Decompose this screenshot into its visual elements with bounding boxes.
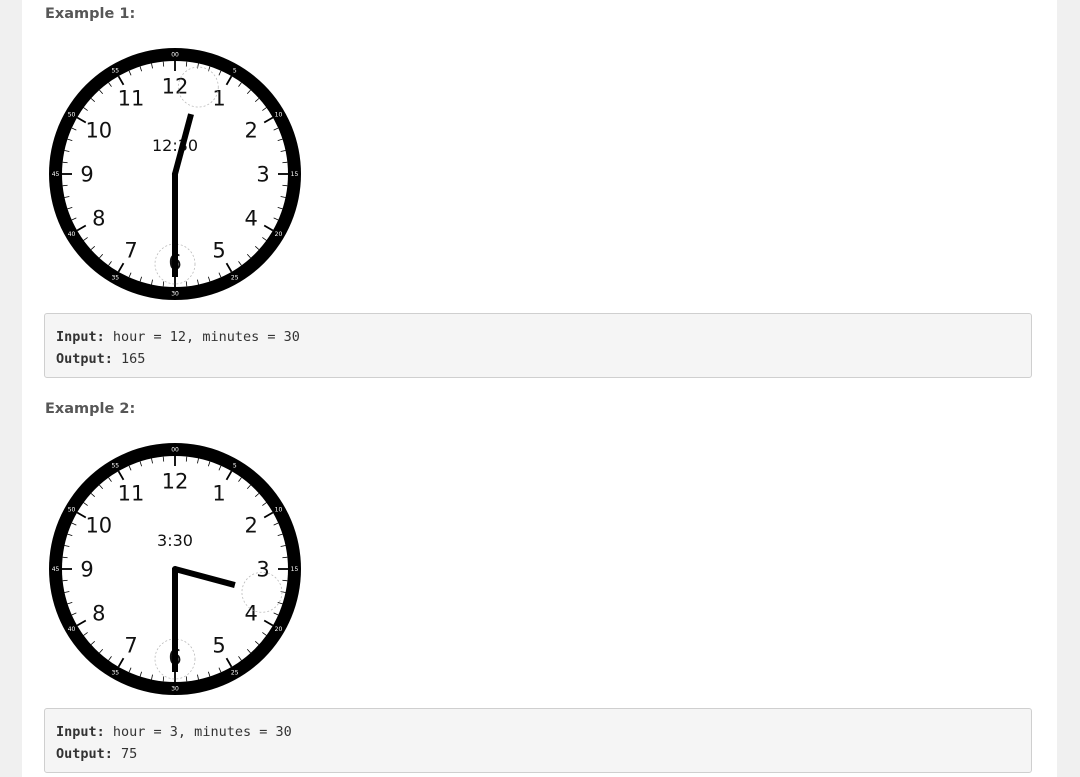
minute-label: 10 xyxy=(275,111,283,118)
minute-label: 35 xyxy=(111,670,119,677)
minute-label: 40 xyxy=(68,231,76,238)
input-label: Input: xyxy=(56,724,105,740)
tick-mark xyxy=(162,61,165,67)
hour-number: 12 xyxy=(162,470,189,494)
minute-label: 55 xyxy=(111,68,119,75)
clock-diagram-2: 005101520253035404550551212345678910113:… xyxy=(49,443,301,695)
tick-mark xyxy=(62,161,68,164)
tick-mark xyxy=(185,61,188,67)
hour-number: 7 xyxy=(124,634,137,658)
tick-mark xyxy=(282,184,288,187)
minute-label: 15 xyxy=(291,566,299,573)
hour-number: 5 xyxy=(212,239,225,263)
tick-mark xyxy=(185,456,188,462)
minute-label: 35 xyxy=(111,275,119,282)
minute-label: 30 xyxy=(171,291,179,298)
hour-number: 5 xyxy=(212,634,225,658)
output-label: Output: xyxy=(56,746,113,762)
hour-number: 7 xyxy=(124,239,137,263)
tick-mark xyxy=(282,556,288,559)
tick-mark xyxy=(185,281,188,287)
minute-label: 30 xyxy=(171,686,179,693)
hour-number: 4 xyxy=(245,207,258,231)
tick-mark xyxy=(62,579,68,582)
hour-number: 8 xyxy=(92,207,105,231)
input-value: hour = 12, minutes = 30 xyxy=(104,329,300,345)
input-value: hour = 3, minutes = 30 xyxy=(104,724,292,740)
minute-label: 15 xyxy=(291,171,299,178)
minute-label: 40 xyxy=(68,626,76,633)
hour-number: 10 xyxy=(85,119,112,143)
input-line: Input: hour = 12, minutes = 30 xyxy=(56,326,1031,348)
minute-label: 50 xyxy=(68,111,76,118)
tick-mark xyxy=(162,456,165,462)
tick-mark xyxy=(162,281,165,287)
input-line: Input: hour = 3, minutes = 30 xyxy=(56,721,1031,743)
minute-label: 55 xyxy=(111,463,119,470)
example-2-heading: Example 2: xyxy=(45,401,136,417)
minute-label: 5 xyxy=(233,68,237,75)
minute-label: 10 xyxy=(275,506,283,513)
minute-label: 20 xyxy=(275,231,283,238)
time-label: 3:30 xyxy=(157,531,193,550)
minute-label: 20 xyxy=(275,626,283,633)
time-label: 12:30 xyxy=(152,136,198,155)
minute-label: 25 xyxy=(231,670,239,677)
output-line: Output: 75 xyxy=(56,743,1031,765)
tick-mark xyxy=(282,161,288,164)
hour-number: 1 xyxy=(212,481,225,505)
hour-number: 9 xyxy=(80,163,93,187)
minute-label: 00 xyxy=(171,52,179,59)
hour-number: 11 xyxy=(118,481,145,505)
hour-number: 2 xyxy=(245,514,258,538)
hour-number: 3 xyxy=(256,163,269,187)
hour-number: 3 xyxy=(256,558,269,582)
center-pin xyxy=(172,566,178,572)
output-line: Output: 165 xyxy=(56,348,1031,370)
tick-mark xyxy=(185,676,188,682)
input-label: Input: xyxy=(56,329,105,345)
minute-label: 00 xyxy=(171,447,179,454)
minute-label: 50 xyxy=(68,506,76,513)
example-1-heading: Example 1: xyxy=(45,6,136,22)
minute-label: 45 xyxy=(52,171,60,178)
minute-label: 5 xyxy=(233,463,237,470)
tick-mark xyxy=(162,676,165,682)
output-value: 165 xyxy=(112,351,146,367)
clock-diagram-1: 0051015202530354045505512123456789101112… xyxy=(49,48,301,300)
hour-number: 10 xyxy=(85,514,112,538)
minute-label: 25 xyxy=(231,275,239,282)
example-1-code-block: Input: hour = 12, minutes = 30 Output: 1… xyxy=(44,313,1032,378)
tick-mark xyxy=(62,556,68,559)
hour-number: 1 xyxy=(212,86,225,110)
tick-mark xyxy=(62,184,68,187)
hour-number: 12 xyxy=(162,75,189,99)
example-2-code-block: Input: hour = 3, minutes = 30 Output: 75 xyxy=(44,708,1032,773)
output-value: 75 xyxy=(112,746,138,762)
output-label: Output: xyxy=(56,351,113,367)
tick-mark xyxy=(282,579,288,582)
hour-number: 11 xyxy=(118,86,145,110)
hour-number: 2 xyxy=(245,119,258,143)
center-pin xyxy=(172,171,178,177)
hour-number: 8 xyxy=(92,602,105,626)
hour-number: 9 xyxy=(80,558,93,582)
minute-label: 45 xyxy=(52,566,60,573)
